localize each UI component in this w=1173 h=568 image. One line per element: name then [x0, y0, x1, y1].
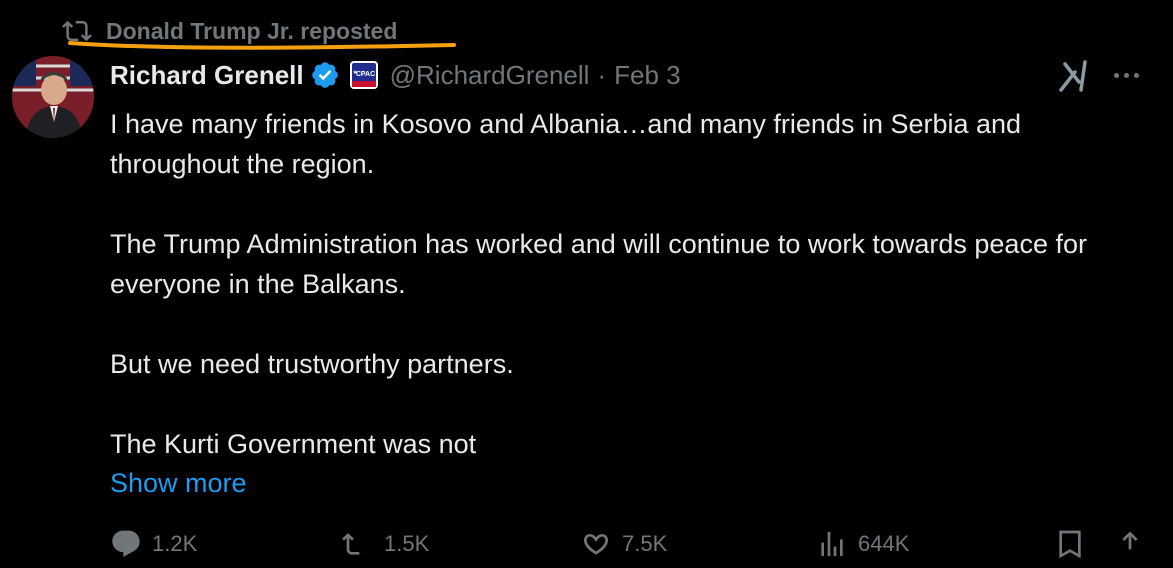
post-paragraph: But we need trustworthy partners.	[110, 349, 514, 379]
views-button[interactable]: 644K	[816, 528, 909, 560]
post-paragraph: The Trump Administration has worked and …	[110, 229, 1087, 299]
like-button[interactable]: 7.5K	[580, 528, 667, 560]
bookmark-icon	[1059, 530, 1081, 559]
like-count: 7.5K	[622, 531, 668, 556]
repost-count: 1.5K	[384, 531, 430, 556]
bookmark-button[interactable]	[1054, 528, 1086, 560]
views-icon	[821, 532, 843, 556]
post-date[interactable]: Feb 3	[614, 60, 681, 91]
highlight-underline	[68, 41, 456, 50]
show-more-link[interactable]: Show more	[110, 463, 247, 503]
avatar[interactable]	[12, 56, 94, 138]
reply-count: 1.2K	[152, 531, 198, 556]
post-header: Richard Grenell CPAC @RichardGrenell · F…	[110, 56, 681, 94]
post-text: I have many friends in Kosovo and Albani…	[110, 104, 1150, 504]
action-bar: 1.2K 1.5K 7.5K 644K	[110, 528, 1150, 568]
repost-icon	[342, 533, 360, 555]
repost-button[interactable]: 1.5K	[342, 528, 429, 560]
cpac-badge-text: CPAC	[355, 71, 374, 78]
cpac-badge-icon[interactable]: CPAC	[349, 61, 378, 89]
views-count: 644K	[858, 531, 910, 556]
verified-badge-icon[interactable]	[310, 60, 340, 90]
reply-button[interactable]: 1.2K	[110, 528, 197, 560]
post-paragraph: I have many friends in Kosovo and Albani…	[110, 109, 1022, 179]
heart-icon	[584, 533, 608, 555]
share-icon	[1122, 531, 1138, 550]
author-name[interactable]: Richard Grenell	[110, 60, 304, 91]
grok-icon[interactable]	[1057, 60, 1091, 92]
author-handle[interactable]: @RichardGrenell	[390, 60, 590, 91]
more-options-icon[interactable]	[1108, 60, 1144, 90]
reply-icon	[112, 530, 140, 557]
separator-dot: ·	[597, 59, 607, 90]
avatar-image	[12, 56, 94, 138]
post-paragraph: The Kurti Government was not	[110, 429, 477, 459]
share-button[interactable]	[1114, 528, 1146, 560]
